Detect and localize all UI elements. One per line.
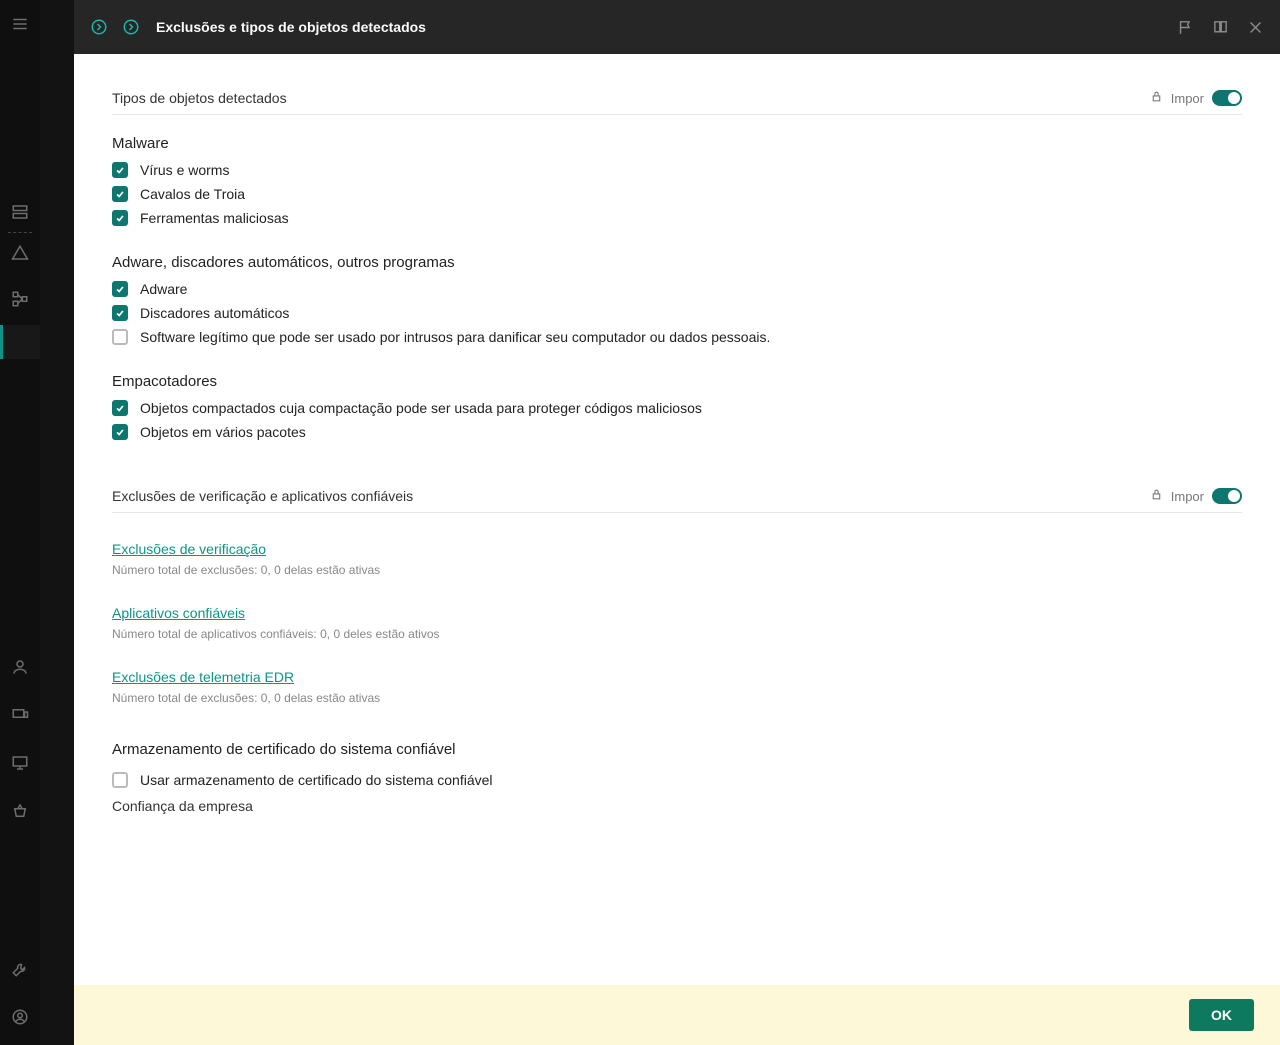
adware-title: Adware, discadores automáticos, outros p… — [112, 254, 1242, 271]
packers-title: Empacotadores — [112, 373, 1242, 390]
left-rail — [0, 0, 40, 1045]
back-circle-icon[interactable] — [90, 18, 108, 36]
enforce-toggle-detected[interactable] — [1212, 90, 1242, 106]
adware-label-2: Software legítimo que pode ser usado por… — [140, 329, 770, 345]
settings-modal: Exclusões e tipos de objetos detectados … — [74, 0, 1280, 1045]
dashboard-icon[interactable] — [0, 198, 40, 226]
packers-checkbox-0[interactable] — [112, 400, 128, 416]
exclusion-link-0[interactable]: Exclusões de verificação — [112, 541, 266, 557]
monitor-icon[interactable] — [0, 749, 40, 777]
adware-label-1: Discadores automáticos — [140, 305, 289, 321]
user-icon[interactable] — [0, 653, 40, 681]
exclusion-link-sub-1: Número total de aplicativos confiáveis: … — [112, 627, 1242, 641]
detected-types-heading: Tipos de objetos detectados — [112, 90, 287, 106]
adware-checkbox-1[interactable] — [112, 305, 128, 321]
flag-icon[interactable] — [1177, 19, 1194, 36]
ok-button[interactable]: OK — [1189, 999, 1254, 1031]
alert-icon[interactable] — [0, 239, 40, 267]
malware-checkbox-2[interactable] — [112, 210, 128, 226]
lock-icon — [1150, 90, 1163, 106]
adware-label-0: Adware — [140, 281, 187, 297]
policies-icon[interactable] — [0, 325, 40, 359]
exclusion-link-2[interactable]: Exclusões de telemetria EDR — [112, 669, 294, 685]
cert-trust-label: Confiança da empresa — [112, 798, 1242, 814]
account-circle-icon[interactable] — [0, 1003, 40, 1031]
enforce-toggle-exclusions[interactable] — [1212, 488, 1242, 504]
book-icon[interactable] — [1212, 19, 1229, 36]
malware-label-1: Cavalos de Troia — [140, 186, 245, 202]
packers-label-0: Objetos compactados cuja compactação pod… — [140, 400, 702, 416]
modal-body: Tipos de objetos detectados Impor Malwar… — [74, 54, 1280, 985]
lock-icon — [1150, 488, 1163, 504]
malware-checkbox-1[interactable] — [112, 186, 128, 202]
modal-footer: OK — [74, 985, 1280, 1045]
adware-checkbox-0[interactable] — [112, 281, 128, 297]
enforce-label: Impor — [1171, 91, 1204, 106]
wrench-icon[interactable] — [0, 955, 40, 983]
exclusions-heading: Exclusões de verificação e aplicativos c… — [112, 488, 413, 504]
exclusion-link-1[interactable]: Aplicativos confiáveis — [112, 605, 245, 621]
packers-checkbox-1[interactable] — [112, 424, 128, 440]
secondary-gutter — [40, 0, 74, 1045]
modal-header: Exclusões e tipos de objetos detectados — [74, 0, 1280, 54]
cert-heading: Armazenamento de certificado do sistema … — [112, 741, 1242, 758]
exclusion-link-sub-2: Número total de exclusões: 0, 0 delas es… — [112, 691, 1242, 705]
cert-checkbox-label: Usar armazenamento de certificado do sis… — [140, 772, 493, 788]
menu-icon[interactable] — [0, 10, 40, 38]
modal-title: Exclusões e tipos de objetos detectados — [156, 19, 426, 35]
breadcrumb-circle-icon[interactable] — [122, 18, 140, 36]
close-icon[interactable] — [1247, 19, 1264, 36]
exclusion-link-sub-0: Número total de exclusões: 0, 0 delas es… — [112, 563, 1242, 577]
devices-icon[interactable] — [0, 701, 40, 729]
malware-label-0: Vírus e worms — [140, 162, 229, 178]
malware-title: Malware — [112, 135, 1242, 152]
enforce-label: Impor — [1171, 489, 1204, 504]
basket-icon[interactable] — [0, 797, 40, 825]
malware-checkbox-0[interactable] — [112, 162, 128, 178]
malware-label-2: Ferramentas maliciosas — [140, 210, 289, 226]
adware-checkbox-2[interactable] — [112, 329, 128, 345]
packers-label-1: Objetos em vários pacotes — [140, 424, 306, 440]
cert-checkbox[interactable] — [112, 772, 128, 788]
tree-icon[interactable] — [0, 285, 40, 313]
